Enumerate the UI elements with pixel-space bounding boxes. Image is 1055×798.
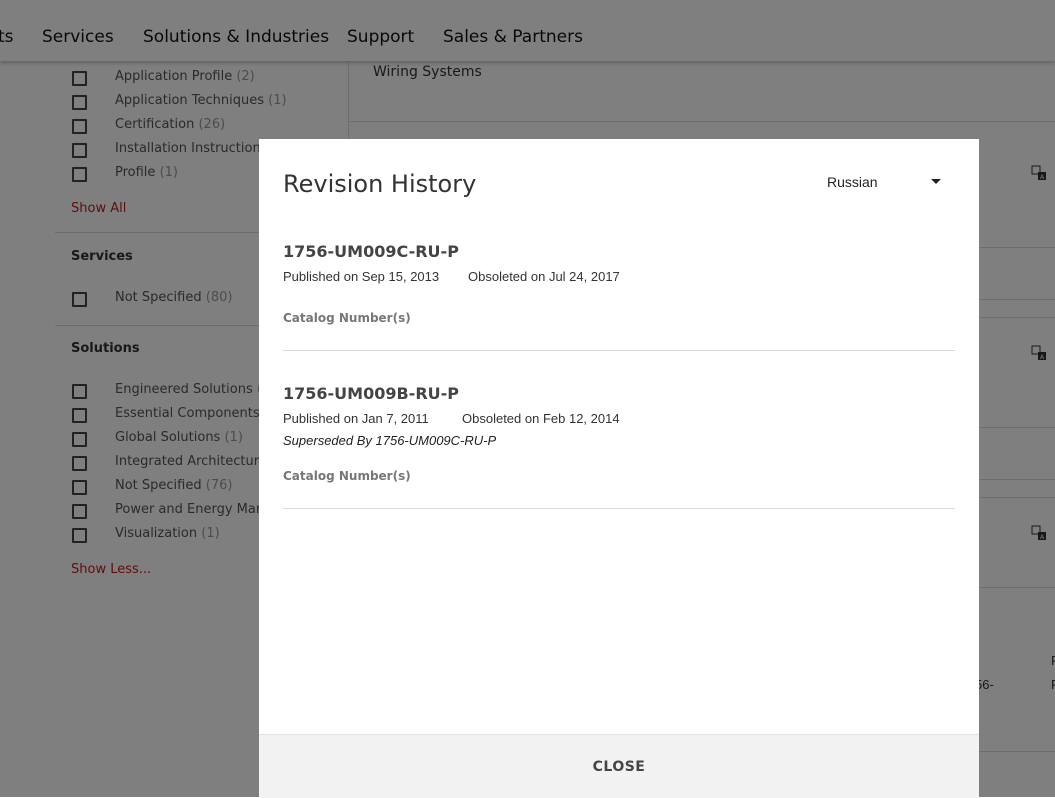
divider (283, 508, 955, 509)
language-select[interactable]: Russian (817, 165, 957, 199)
catalog-numbers-label: Catalog Number(s) (283, 311, 411, 325)
modal-footer: CLOSE (259, 734, 979, 798)
caret-down-icon (931, 179, 941, 184)
publication-number: 1756-UM009C-RU-P (283, 242, 459, 261)
catalog-numbers-label: Catalog Number(s) (283, 469, 411, 483)
publication-number: 1756-UM009B-RU-P (283, 384, 459, 403)
revision-history-modal: Revision History Russian 1756-UM009C-RU-… (259, 139, 979, 798)
obsoleted-date: Obsoleted on Feb 12, 2014 (462, 411, 620, 426)
superseded-by-text: Superseded By 1756-UM009C-RU-P (283, 433, 497, 448)
modal-title: Revision History (283, 170, 477, 198)
divider (283, 350, 955, 351)
close-button[interactable]: CLOSE (569, 755, 669, 779)
published-date: Published on Jan 7, 2011 (283, 411, 429, 426)
language-select-value: Russian (827, 174, 878, 190)
published-date: Published on Sep 15, 2013 (283, 269, 440, 284)
obsoleted-date: Obsoleted on Jul 24, 2017 (468, 269, 620, 284)
